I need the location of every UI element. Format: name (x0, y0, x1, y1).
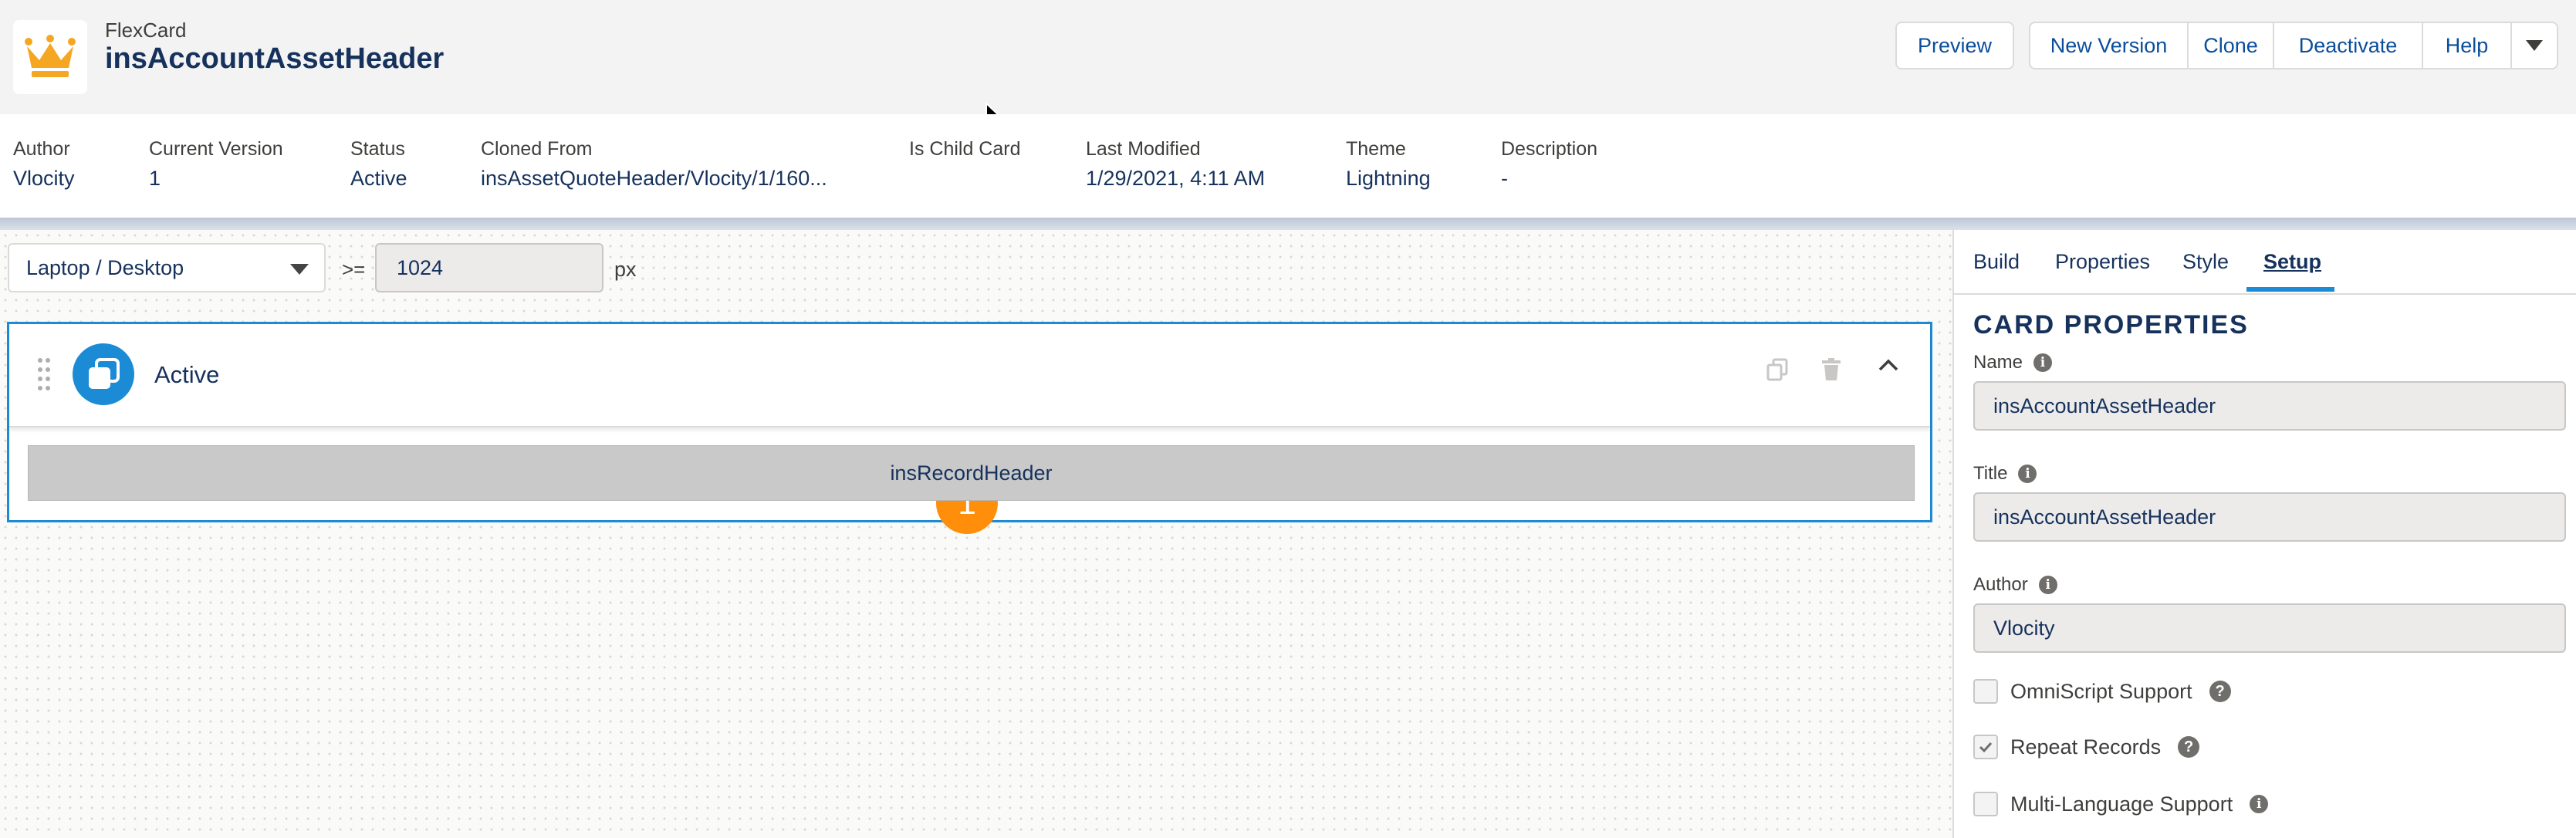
omniscript-support-checkbox[interactable] (1973, 679, 1998, 704)
properties-panel: Build Properties Style Setup CARD PROPER… (1952, 230, 2576, 838)
help-icon[interactable]: ? (2209, 681, 2231, 702)
device-select-value: Laptop / Desktop (26, 255, 184, 279)
field-value: Active (350, 167, 407, 190)
width-unit: px (614, 258, 637, 281)
name-label-text: Name (1973, 352, 2023, 373)
field-value: 1/29/2021, 4:11 AM (1086, 167, 1266, 190)
field-label: Cloned From (481, 138, 593, 160)
action-button-group: New Version Clone Deactivate Help (2029, 22, 2558, 69)
card-state[interactable]: Active 1 insRecordHeader (7, 322, 1932, 534)
field-label: Last Modified (1086, 138, 1201, 160)
new-version-button[interactable]: New Version (2029, 22, 2189, 69)
field-cloned-from: Cloned From insAssetQuoteHeader/Vlocity/… (481, 138, 827, 191)
preview-button-group: Preview (1895, 22, 2014, 69)
header-divider (0, 218, 2576, 230)
tab-properties[interactable]: Properties (2055, 250, 2150, 274)
highlights-panel: Author Vlocity Current Version 1 Status … (0, 114, 2576, 218)
field-label: Author (13, 138, 70, 160)
deactivate-button[interactable]: Deactivate (2274, 22, 2423, 69)
clone-button[interactable]: Clone (2189, 22, 2274, 69)
help-icon[interactable]: ? (2178, 736, 2200, 758)
section-title: CARD PROPERTIES (1973, 310, 2249, 340)
omniscript-support-label: OmniScript Support (2010, 679, 2192, 703)
field-last-modified: Last Modified 1/29/2021, 4:11 AM (1086, 138, 1265, 191)
repeat-records-option: Repeat Records ? (1973, 735, 2200, 759)
repeat-records-checkbox[interactable] (1973, 735, 1998, 759)
field-theme: Theme Lightning (1346, 138, 1431, 191)
field-is-child-card: Is Child Card (909, 138, 1021, 167)
field-label: Theme (1346, 138, 1406, 160)
caret-down-icon (290, 264, 309, 275)
info-icon[interactable]: i (2038, 576, 2057, 594)
state-icon (73, 343, 134, 405)
crown-icon (13, 20, 87, 94)
panel-tabs: Build Properties Style Setup (1954, 230, 2576, 295)
preview-button[interactable]: Preview (1895, 22, 2014, 69)
field-value: Lightning (1346, 167, 1431, 190)
width-operator: >= (342, 258, 366, 281)
multi-language-support-label: Multi-Language Support (2010, 792, 2233, 816)
name-input[interactable]: insAccountAssetHeader (1973, 381, 2566, 431)
omniscript-support-option: OmniScript Support ? (1973, 679, 2231, 704)
tab-setup[interactable]: Setup (2263, 250, 2321, 274)
device-select[interactable]: Laptop / Desktop (8, 243, 326, 292)
multi-language-support-option: Multi-Language Support i (1973, 792, 2269, 816)
chevron-up-icon[interactable] (1878, 358, 1899, 372)
drag-handle-icon[interactable] (37, 356, 51, 390)
field-label: Status (350, 138, 405, 160)
title-label: Title i (1973, 463, 2037, 485)
field-label: Is Child Card (909, 138, 1021, 160)
help-button[interactable]: Help (2423, 22, 2512, 69)
field-value: - (1501, 167, 1508, 190)
tab-style[interactable]: Style (2182, 250, 2229, 274)
field-value: Vlocity (13, 167, 75, 190)
page-title: insAccountAssetHeader (105, 42, 445, 75)
author-input[interactable]: Vlocity (1973, 603, 2566, 653)
author-label-text: Author (1973, 574, 2028, 595)
name-label: Name i (1973, 352, 2053, 373)
duplicate-icon[interactable] (1766, 358, 1788, 381)
title-input[interactable]: insAccountAssetHeader (1973, 492, 2566, 542)
info-icon[interactable]: i (2033, 353, 2053, 372)
field-current-version: Current Version 1 (149, 138, 283, 191)
tab-build[interactable]: Build (1973, 250, 2020, 274)
active-tab-indicator (2246, 287, 2334, 292)
field-value: 1 (149, 167, 161, 190)
state-header: Active (9, 324, 1930, 427)
page-header: FlexCard insAccountAssetHeader Preview N… (0, 0, 2576, 127)
repeat-records-label: Repeat Records (2010, 735, 2162, 759)
more-actions-button[interactable] (2512, 22, 2558, 69)
state-name: Active (154, 361, 220, 388)
delete-icon[interactable] (1821, 358, 1841, 381)
min-width-input[interactable]: 1024 (375, 243, 603, 292)
field-label: Description (1501, 138, 1598, 160)
design-canvas[interactable]: Laptop / Desktop >= 1024 px Active 1 ins… (0, 230, 1952, 838)
author-label: Author i (1973, 574, 2057, 596)
info-icon[interactable]: i (2018, 465, 2037, 483)
field-value: insAssetQuoteHeader/Vlocity/1/160... (481, 167, 827, 190)
checkmark-icon (1979, 742, 1993, 752)
field-label: Current Version (149, 138, 283, 160)
field-author: Author Vlocity (13, 138, 75, 191)
multi-language-support-checkbox[interactable] (1973, 792, 1998, 816)
info-icon[interactable]: i (2250, 795, 2269, 813)
child-card-element[interactable]: insRecordHeader (28, 445, 1915, 501)
chevron-down-icon (2526, 40, 2543, 51)
title-label-text: Title (1973, 463, 2008, 484)
field-status: Status Active (350, 138, 407, 191)
field-description: Description - (1501, 138, 1597, 191)
object-type-label: FlexCard (105, 19, 187, 42)
